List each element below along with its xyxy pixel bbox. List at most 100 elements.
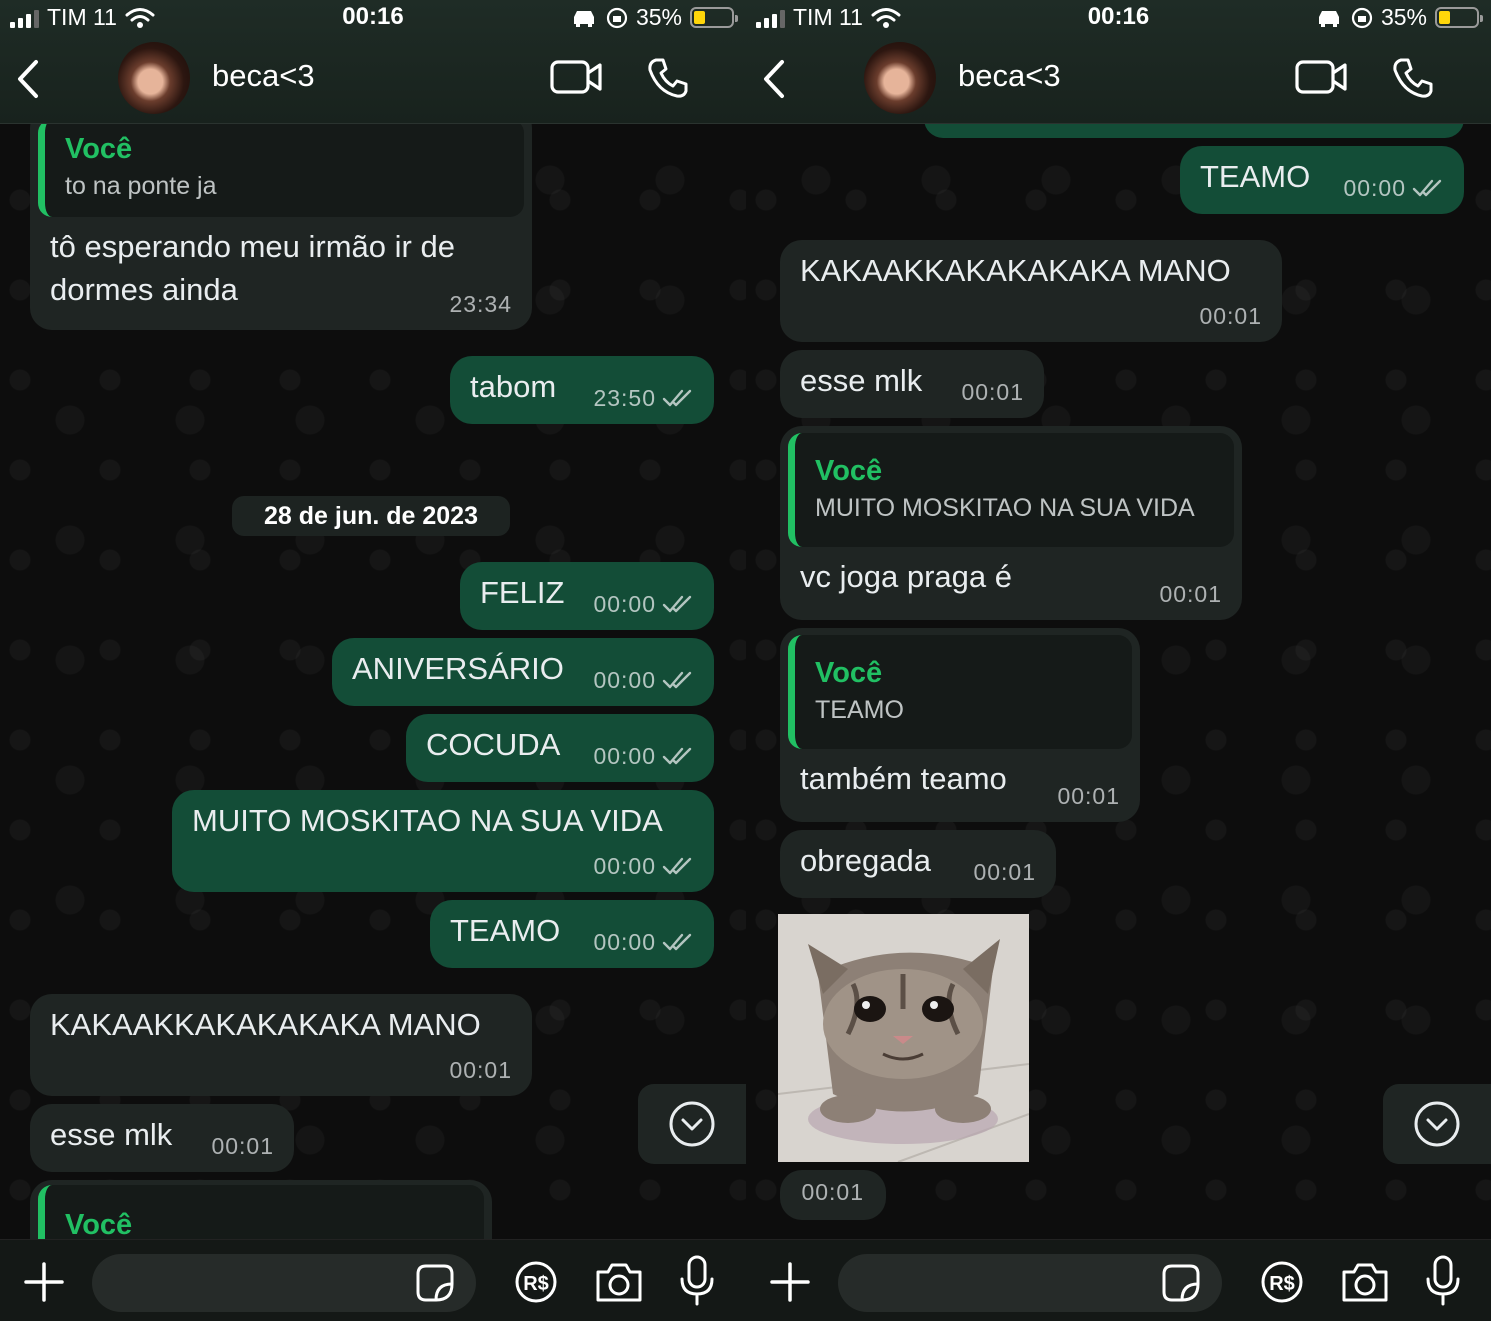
message-incoming[interactable]: Você TEAMO também teamo 00:01	[780, 628, 1140, 822]
message-time: 23:34	[449, 290, 512, 317]
image-message-cat[interactable]	[778, 914, 1029, 1162]
phone-icon[interactable]	[1391, 56, 1435, 100]
reply-quote[interactable]: Você to na ponte ja	[38, 119, 524, 217]
scroll-down-icon	[669, 1101, 715, 1147]
camera-icon[interactable]	[1340, 1260, 1390, 1304]
message-time: 00:01	[211, 1132, 274, 1159]
svg-text:R$: R$	[1269, 1273, 1295, 1295]
back-chevron-icon[interactable]	[10, 56, 46, 102]
message-text: MUITO MOSKITAO NA SUA VIDA	[192, 803, 663, 838]
message-time: 00:00	[593, 664, 694, 696]
orientation-lock-icon	[606, 7, 628, 28]
chat-header: TIM 11 00:16 35% beca<3	[0, 0, 746, 124]
double-check-icon	[662, 747, 692, 765]
message-outgoing[interactable]: COCUDA 00:00	[406, 714, 714, 782]
double-check-icon	[1412, 179, 1442, 197]
avatar[interactable]	[864, 42, 936, 114]
status-right: 35%	[570, 4, 738, 31]
message-incoming[interactable]: KAKAAKKAKAKAKAKA MANO 00:01	[30, 994, 532, 1096]
status-bar: TIM 11 00:16 35%	[0, 0, 746, 34]
double-check-icon	[662, 671, 692, 689]
message-composer: R$	[0, 1239, 746, 1321]
microphone-icon[interactable]	[1424, 1254, 1462, 1308]
reply-quote[interactable]: Você MUITO MOSKITAO NA SUA VIDA	[788, 433, 1234, 547]
avatar[interactable]	[118, 42, 190, 114]
image-caption-meta: 00:01	[780, 1170, 886, 1220]
message-incoming[interactable]: esse mlk 00:01	[30, 1104, 294, 1172]
scroll-to-bottom-button[interactable]	[1383, 1084, 1491, 1164]
message-time: 00:01	[1057, 782, 1120, 809]
message-outgoing[interactable]: TEAMO 00:00	[430, 900, 714, 968]
double-check-icon	[662, 595, 692, 613]
quote-author: Você	[65, 133, 133, 165]
phone-icon[interactable]	[646, 56, 690, 100]
message-time: 00:01	[961, 378, 1024, 405]
message-time: 00:00	[1343, 172, 1444, 204]
quote-text: TEAMO	[815, 695, 904, 724]
message-incoming[interactable]: KAKAAKKAKAKAKAKA MANO 00:01	[780, 240, 1282, 342]
sticker-icon[interactable]	[1160, 1262, 1202, 1304]
status-right: 35%	[1315, 4, 1483, 31]
message-time: 00:01	[1199, 302, 1262, 329]
message-incoming[interactable]: esse mlk 00:01	[780, 350, 1044, 418]
message-list[interactable]: Você to na ponte ja tô esperando meu irm…	[0, 0, 746, 1321]
car-icon	[573, 10, 594, 27]
double-check-icon	[662, 389, 692, 407]
battery-percent: 35%	[635, 4, 682, 30]
plus-icon[interactable]	[24, 1262, 64, 1302]
orientation-lock-icon	[1351, 7, 1373, 28]
message-time: 00:00	[593, 850, 694, 882]
battery-icon	[690, 7, 738, 28]
reply-quote[interactable]: Você TEAMO	[788, 635, 1132, 749]
sticker-icon[interactable]	[414, 1262, 456, 1304]
message-text: KAKAAKKAKAKAKAKA MANO	[50, 1007, 481, 1042]
message-incoming[interactable]: Você MUITO MOSKITAO NA SUA VIDA vc joga …	[780, 426, 1242, 620]
message-time: 00:01	[1159, 580, 1222, 607]
scroll-to-bottom-button[interactable]	[638, 1084, 746, 1164]
video-call-icon[interactable]	[550, 58, 602, 96]
chat-header: TIM 11 00:16 35% beca<3	[746, 0, 1491, 124]
message-incoming[interactable]: obregada 00:01	[780, 830, 1056, 898]
back-chevron-icon[interactable]	[756, 56, 792, 102]
car-icon	[1318, 10, 1339, 27]
message-outgoing[interactable]: tabom 23:50	[450, 356, 714, 424]
chat-nav: beca<3	[0, 40, 746, 120]
message-time: 00:00	[593, 926, 694, 958]
message-outgoing[interactable]: MUITO MOSKITAO NA SUA VIDA 00:00	[172, 790, 714, 892]
quote-text: to na ponte ja	[65, 171, 217, 200]
quote-author: Você	[815, 455, 883, 487]
quote-text: MUITO MOSKITAO NA SUA VIDA	[815, 493, 1195, 522]
message-incoming[interactable]: Você to na ponte ja tô esperando meu irm…	[30, 106, 532, 330]
message-time: 00:01	[801, 1178, 864, 1205]
video-call-icon[interactable]	[1295, 58, 1347, 96]
double-check-icon	[662, 933, 692, 951]
message-list[interactable]: TEAMO 00:00 KAKAAKKAKAKAKAKA MANO 00:01 …	[746, 0, 1491, 1321]
message-time: 00:00	[593, 740, 694, 772]
message-text: tô esperando meu irmão ir de dormes aind…	[50, 229, 455, 308]
crying-cat-image	[778, 914, 1029, 1162]
pix-payment-icon[interactable]: R$	[514, 1260, 558, 1304]
pix-payment-icon[interactable]: R$	[1260, 1260, 1304, 1304]
contact-name[interactable]: beca<3	[958, 58, 1061, 94]
contact-name[interactable]: beca<3	[212, 58, 315, 94]
message-time: 00:01	[449, 1056, 512, 1083]
plus-icon[interactable]	[770, 1262, 810, 1302]
svg-text:R$: R$	[523, 1273, 549, 1295]
battery-icon	[1435, 7, 1483, 28]
date-separator: 28 de jun. de 2023	[232, 496, 510, 536]
microphone-icon[interactable]	[678, 1254, 716, 1308]
message-text: KAKAAKKAKAKAKAKA MANO	[800, 253, 1231, 288]
chat-screen-right: TEAMO 00:00 KAKAAKKAKAKAKAKA MANO 00:01 …	[746, 0, 1491, 1321]
message-outgoing[interactable]: ANIVERSÁRIO 00:00	[332, 638, 714, 706]
camera-icon[interactable]	[594, 1260, 644, 1304]
message-outgoing[interactable]: FELIZ 00:00	[460, 562, 714, 630]
double-check-icon	[662, 857, 692, 875]
message-time: 00:01	[973, 858, 1036, 885]
scroll-down-icon	[1414, 1101, 1460, 1147]
chat-nav: beca<3	[746, 40, 1491, 120]
message-time: 23:50	[593, 382, 694, 414]
message-outgoing[interactable]: TEAMO 00:00	[1180, 146, 1464, 214]
message-composer: R$	[746, 1239, 1491, 1321]
message-time: 00:00	[593, 588, 694, 620]
status-bar: TIM 11 00:16 35%	[746, 0, 1491, 34]
